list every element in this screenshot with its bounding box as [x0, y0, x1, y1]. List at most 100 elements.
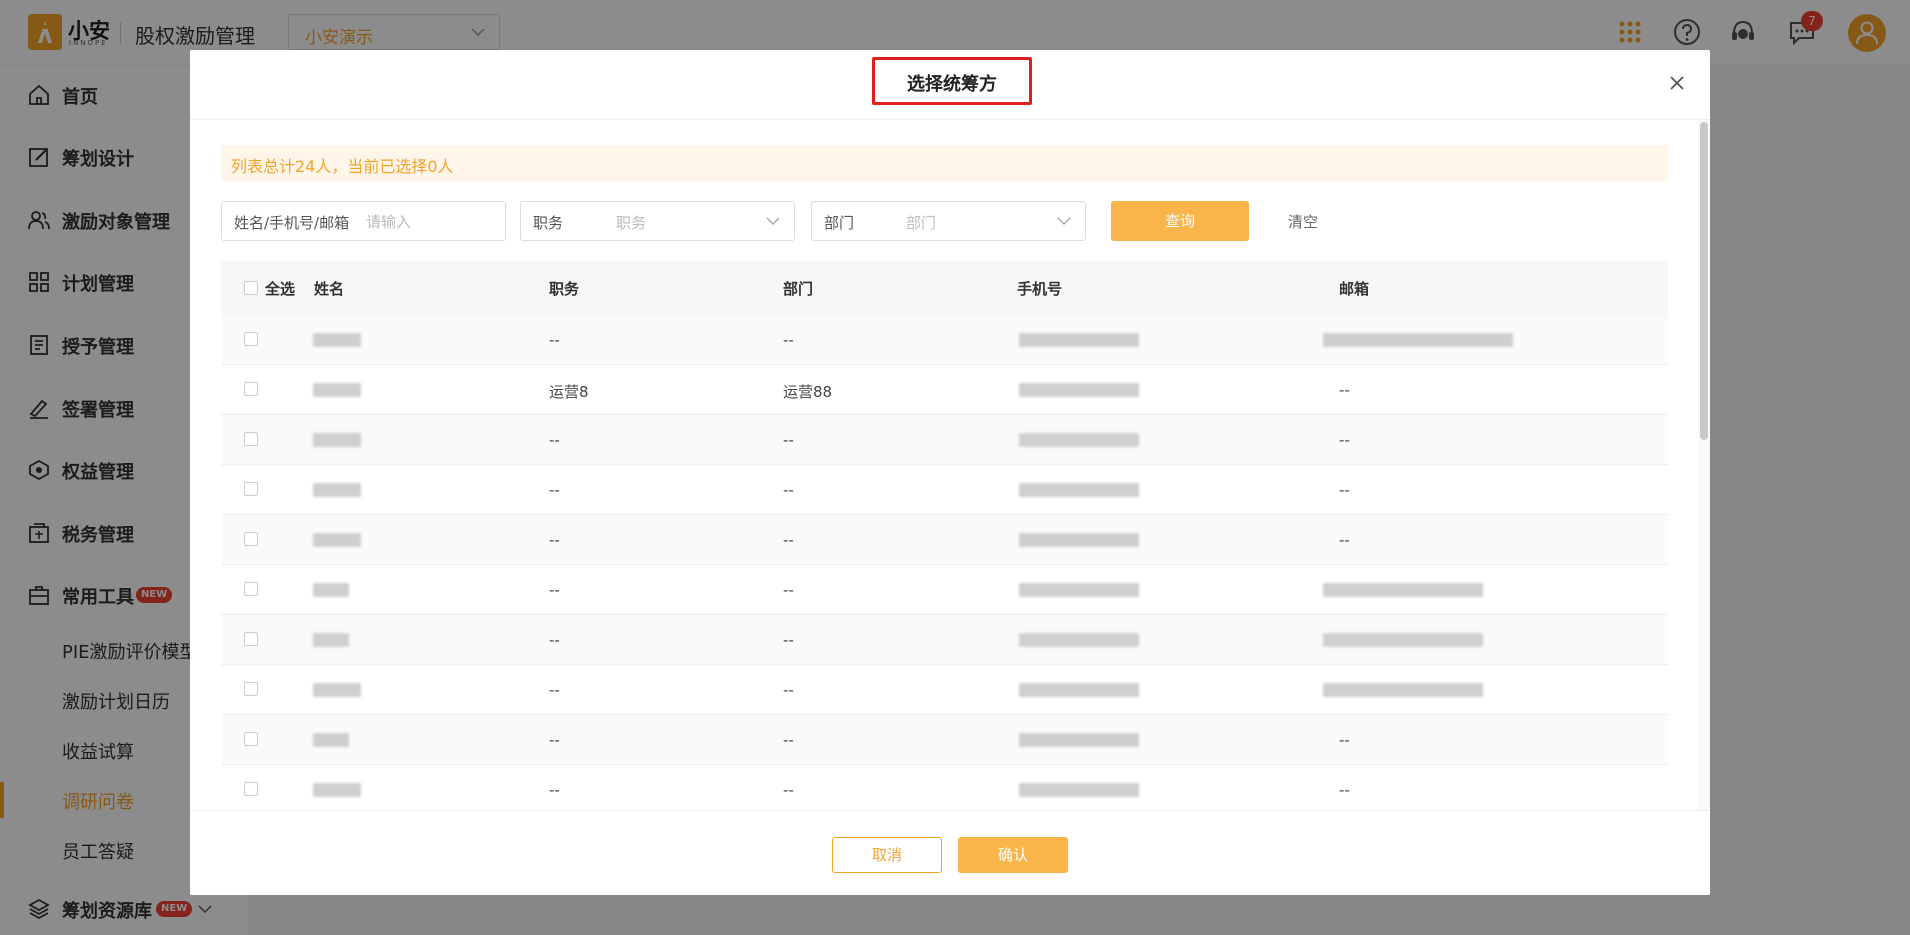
row-checkbox[interactable]	[244, 432, 258, 446]
redacted-phone	[1019, 433, 1139, 447]
redacted-email	[1323, 583, 1483, 597]
row-checkbox[interactable]	[244, 632, 258, 646]
cell-email: --	[1339, 781, 1350, 799]
table-row[interactable]: -- --	[221, 615, 1668, 665]
dialog-title: 选择统筹方	[907, 74, 997, 95]
redacted-name	[313, 533, 361, 547]
column-header-phone: 手机号	[1017, 280, 1063, 298]
select-all-label[interactable]: 全选	[265, 278, 295, 299]
row-checkbox[interactable]	[244, 582, 258, 596]
cell-department: --	[783, 431, 794, 449]
cell-department: 运营88	[783, 383, 833, 401]
table-row[interactable]: -- -- --	[221, 415, 1668, 465]
row-checkbox[interactable]	[244, 532, 258, 546]
position-filter-label: 职务	[533, 214, 564, 232]
redacted-name	[313, 333, 361, 347]
position-filter-value: 职务	[616, 214, 647, 232]
cell-department: --	[783, 631, 794, 649]
table-row[interactable]: -- -- --	[221, 515, 1668, 565]
redacted-name	[313, 683, 361, 697]
row-checkbox[interactable]	[244, 482, 258, 496]
select-coordinator-dialog: 选择统筹方 列表总计24人，当前已选择0人 姓名/手机号/邮箱 职务 职务 部门…	[190, 50, 1710, 895]
cell-position: --	[549, 581, 560, 599]
redacted-email	[1323, 683, 1483, 697]
row-checkbox[interactable]	[244, 732, 258, 746]
name-filter-label: 姓名/手机号/邮箱	[234, 214, 350, 232]
table-row[interactable]: -- -- --	[221, 715, 1668, 765]
cell-position: --	[549, 431, 560, 449]
row-checkbox[interactable]	[244, 782, 258, 796]
redacted-name	[313, 433, 361, 447]
confirm-button[interactable]: 确认	[958, 837, 1068, 873]
cell-position: --	[549, 531, 560, 549]
dialog-header: 选择统筹方	[190, 50, 1710, 120]
table-row[interactable]: -- --	[221, 665, 1668, 715]
cell-email: --	[1339, 481, 1350, 499]
redacted-email	[1323, 633, 1483, 647]
cell-department: --	[783, 681, 794, 699]
redacted-phone	[1019, 333, 1139, 347]
department-filter[interactable]: 部门 部门	[811, 201, 1086, 241]
selection-notice: 列表总计24人，当前已选择0人	[221, 145, 1668, 181]
name-filter[interactable]: 姓名/手机号/邮箱	[221, 201, 506, 241]
column-header-department: 部门	[783, 280, 814, 298]
redacted-phone	[1019, 383, 1139, 397]
table-row[interactable]: -- -- --	[221, 465, 1668, 515]
cell-department: --	[783, 731, 794, 749]
redacted-email	[1323, 333, 1513, 347]
cell-department: --	[783, 781, 794, 799]
redacted-name	[313, 733, 349, 747]
clear-button[interactable]: 清空	[1288, 211, 1318, 232]
redacted-name	[313, 783, 361, 797]
name-filter-input[interactable]	[364, 208, 498, 236]
table-row[interactable]: -- -- --	[221, 765, 1668, 815]
redacted-name	[313, 633, 349, 647]
department-filter-label: 部门	[824, 214, 855, 232]
redacted-phone	[1019, 633, 1139, 647]
cell-position: --	[549, 781, 560, 799]
cell-department: --	[783, 581, 794, 599]
department-filter-value: 部门	[906, 214, 937, 232]
chevron-down-icon	[1057, 217, 1071, 226]
column-header-name: 姓名	[314, 280, 345, 298]
cell-email: --	[1339, 531, 1350, 549]
redacted-phone	[1019, 783, 1139, 797]
query-button[interactable]: 查询	[1111, 201, 1249, 241]
selection-notice-text: 列表总计24人，当前已选择0人	[231, 157, 454, 176]
cell-email: --	[1339, 431, 1350, 449]
select-all-checkbox[interactable]	[244, 281, 258, 295]
position-filter[interactable]: 职务 职务	[520, 201, 795, 241]
row-checkbox[interactable]	[244, 332, 258, 346]
row-checkbox[interactable]	[244, 382, 258, 396]
redacted-name	[313, 583, 349, 597]
cell-department: --	[783, 331, 794, 349]
chevron-down-icon	[766, 217, 780, 226]
cell-position: --	[549, 731, 560, 749]
cell-position: --	[549, 481, 560, 499]
cell-position: 运营8	[549, 383, 589, 401]
redacted-phone	[1019, 483, 1139, 497]
column-header-position: 职务	[549, 280, 580, 298]
dialog-footer: 取消 确认	[190, 810, 1710, 895]
cell-email: --	[1339, 731, 1350, 749]
redacted-phone	[1019, 533, 1139, 547]
redacted-name	[313, 383, 361, 397]
table-row[interactable]: -- --	[221, 315, 1668, 365]
row-checkbox[interactable]	[244, 682, 258, 696]
cancel-button[interactable]: 取消	[832, 837, 942, 873]
scrollbar-thumb[interactable]	[1700, 122, 1708, 440]
table-header: 全选 姓名 职务 部门 手机号 邮箱	[221, 261, 1668, 315]
cell-position: --	[549, 331, 560, 349]
cell-email: --	[1339, 381, 1350, 399]
redacted-phone	[1019, 683, 1139, 697]
cell-department: --	[783, 531, 794, 549]
redacted-phone	[1019, 733, 1139, 747]
title-highlight-box: 选择统筹方	[872, 57, 1032, 105]
cell-position: --	[549, 631, 560, 649]
table-row[interactable]: 运营8 运营88 --	[221, 365, 1668, 415]
table-row[interactable]: -- --	[221, 565, 1668, 615]
cell-position: --	[549, 681, 560, 699]
redacted-phone	[1019, 583, 1139, 597]
close-icon[interactable]	[1666, 72, 1688, 94]
column-header-email: 邮箱	[1339, 280, 1370, 298]
